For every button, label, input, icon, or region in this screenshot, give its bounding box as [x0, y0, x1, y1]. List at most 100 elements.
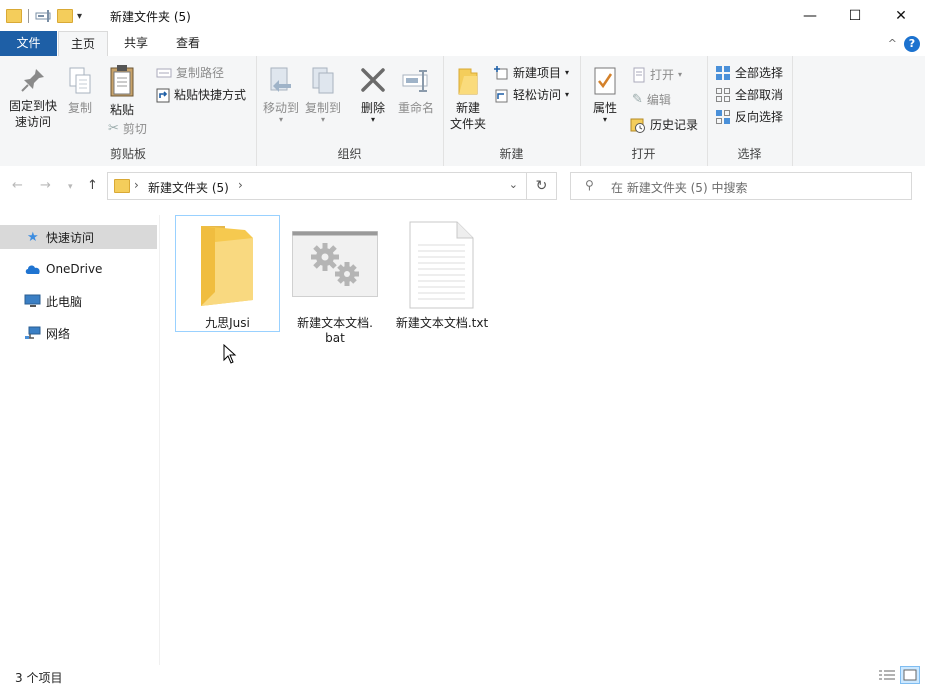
- item-count: 3 个项目: [15, 671, 63, 685]
- select-none-label: 全部取消: [735, 88, 784, 102]
- easy-access-button[interactable]: 轻松访问 ▾: [493, 86, 569, 103]
- ribbon: 固定到快 速访问 复制 粘贴 复制路径 粘贴快捷方式 ✂ 剪切 剪贴板 移动到 …: [0, 56, 925, 167]
- address-field[interactable]: › 新建文件夹 (5) › ⌄: [107, 172, 527, 200]
- copy-to-caret-icon: ▾: [320, 115, 325, 124]
- rename-label: 重命名: [397, 101, 434, 115]
- up-arrow-icon[interactable]: ↑: [87, 178, 98, 193]
- organize-group: 移动到 ▾ 复制到 ▾ 删除 ▾ 重命名 组织: [256, 56, 444, 166]
- help-icon[interactable]: ?: [904, 36, 920, 52]
- cut-label: 剪切: [122, 122, 147, 136]
- minimize-button[interactable]: —: [787, 0, 833, 31]
- open-button[interactable]: 打开 ▾: [632, 66, 682, 83]
- paste-shortcut-label: 粘贴快捷方式: [174, 88, 247, 102]
- invert-selection-button[interactable]: 反向选择: [715, 108, 783, 125]
- tab-file[interactable]: 文件: [0, 31, 57, 56]
- paste-button[interactable]: 粘贴: [103, 64, 141, 118]
- select-none-icon: [716, 87, 730, 102]
- rename-button[interactable]: 重命名: [394, 66, 438, 116]
- status-bar: 3 个项目: [0, 663, 925, 689]
- search-placeholder: 在 新建文件夹 (5) 中搜索: [611, 181, 748, 195]
- open-label: 打开: [650, 68, 675, 82]
- pencil-icon: ✎: [632, 92, 643, 107]
- close-button[interactable]: ✕: [878, 0, 924, 31]
- select-all-label: 全部选择: [735, 66, 784, 80]
- file-item-label: 九思Jusi: [205, 316, 250, 330]
- cut-button[interactable]: ✂ 剪切: [108, 120, 147, 137]
- clipboard-group-label: 剪贴板: [109, 147, 146, 161]
- refresh-icon[interactable]: ↻: [527, 172, 557, 200]
- easy-access-label: 轻松访问: [513, 88, 562, 102]
- rename-icon: [402, 70, 428, 92]
- file-item-bat[interactable]: 新建文本文档. bat: [288, 215, 382, 355]
- breadcrumb[interactable]: 新建文件夹 (5): [148, 179, 229, 196]
- file-list: 九思Jusi 新建文本文档. bat 新建文本文档.txt: [160, 206, 925, 661]
- file-item-label: 新建文本文档.txt: [395, 316, 489, 330]
- file-item-txt[interactable]: 新建文本文档.txt: [392, 215, 492, 335]
- copy-button[interactable]: 复制: [63, 66, 97, 116]
- properties-button[interactable]: 属性 ▾: [588, 66, 622, 124]
- copy-to-icon: [312, 67, 334, 94]
- new-folder-label-line2: 文件夹: [449, 117, 486, 131]
- properties-label: 属性: [592, 101, 617, 115]
- new-folder-icon[interactable]: [57, 9, 73, 23]
- new-group-label: 新建: [499, 147, 524, 161]
- mouse-cursor-icon: [223, 344, 237, 364]
- select-none-button[interactable]: 全部取消: [715, 86, 783, 103]
- nav-item-quick-access[interactable]: ★ 快速访问: [0, 225, 157, 249]
- copy-path-button[interactable]: 复制路径: [156, 64, 224, 81]
- copy-to-button[interactable]: 复制到 ▾: [302, 66, 344, 124]
- search-input[interactable]: ⚲ 在 新建文件夹 (5) 中搜索: [570, 172, 912, 200]
- open-group: 属性 ▾ 打开 ▾ ✎ 编辑 历史记录 打开: [580, 56, 708, 166]
- tab-share[interactable]: 共享: [112, 31, 160, 56]
- clipboard-group: 固定到快 速访问 复制 粘贴 复制路径 粘贴快捷方式 ✂ 剪切 剪贴板: [0, 56, 257, 166]
- forward-arrow-icon[interactable]: →: [40, 178, 51, 193]
- easy-access-caret-icon: ▾: [565, 90, 570, 99]
- large-icons-view-icon[interactable]: [900, 666, 920, 684]
- delete-x-icon: [361, 68, 385, 92]
- nav-item-label: OneDrive: [46, 262, 103, 276]
- breadcrumb-chevron-icon[interactable]: ›: [238, 178, 243, 192]
- collapse-ribbon-icon[interactable]: ^: [888, 37, 897, 50]
- tab-view[interactable]: 查看: [164, 31, 212, 56]
- new-item-label: 新建项目: [513, 66, 562, 80]
- easy-access-icon: [495, 89, 508, 102]
- edit-button[interactable]: ✎ 编辑: [632, 91, 671, 108]
- file-item-label-ext: bat: [325, 331, 345, 345]
- customize-qat-icon[interactable]: ▾: [77, 11, 82, 22]
- nav-item-network[interactable]: 网络: [0, 321, 157, 345]
- file-item-folder[interactable]: 九思Jusi: [175, 215, 280, 332]
- quick-access-toolbar: ▾: [6, 6, 82, 26]
- folder-icon: [114, 179, 130, 193]
- properties-icon[interactable]: [35, 9, 53, 23]
- text-document-icon: [409, 221, 474, 309]
- move-to-button[interactable]: 移动到 ▾: [260, 66, 302, 124]
- history-button[interactable]: 历史记录: [630, 116, 698, 133]
- invert-selection-label: 反向选择: [735, 110, 784, 124]
- delete-caret-icon: ▾: [370, 115, 375, 124]
- move-to-icon: [270, 67, 291, 92]
- maximize-button[interactable]: ☐: [832, 0, 878, 31]
- recent-locations-icon[interactable]: ▾: [68, 182, 73, 192]
- cloud-icon: [25, 265, 40, 274]
- delete-label: 删除: [360, 101, 385, 115]
- properties-caret-icon: ▾: [602, 115, 607, 124]
- nav-item-label: 此电脑: [46, 294, 83, 309]
- open-caret-icon: ▾: [678, 70, 683, 79]
- address-dropdown-icon[interactable]: ⌄: [509, 178, 518, 191]
- new-folder-button[interactable]: 新建 文件夹: [447, 66, 489, 132]
- new-item-button[interactable]: 新建项目 ▾: [493, 64, 569, 81]
- details-view-icon[interactable]: [878, 669, 896, 683]
- tab-home[interactable]: 主页: [58, 31, 108, 56]
- edit-label: 编辑: [646, 93, 671, 107]
- back-arrow-icon[interactable]: ←: [12, 178, 23, 193]
- history-icon: [630, 118, 645, 133]
- folder-icon: [6, 9, 22, 23]
- paste-shortcut-button[interactable]: 粘贴快捷方式: [156, 86, 246, 103]
- select-all-button[interactable]: 全部选择: [715, 64, 783, 81]
- delete-button[interactable]: 删除 ▾: [356, 66, 390, 124]
- pin-button[interactable]: 固定到快 速访问: [6, 66, 60, 130]
- organize-group-label: 组织: [337, 147, 362, 161]
- search-icon: ⚲: [585, 178, 594, 192]
- nav-item-this-pc[interactable]: 此电脑: [0, 289, 157, 313]
- nav-item-onedrive[interactable]: OneDrive: [0, 257, 157, 281]
